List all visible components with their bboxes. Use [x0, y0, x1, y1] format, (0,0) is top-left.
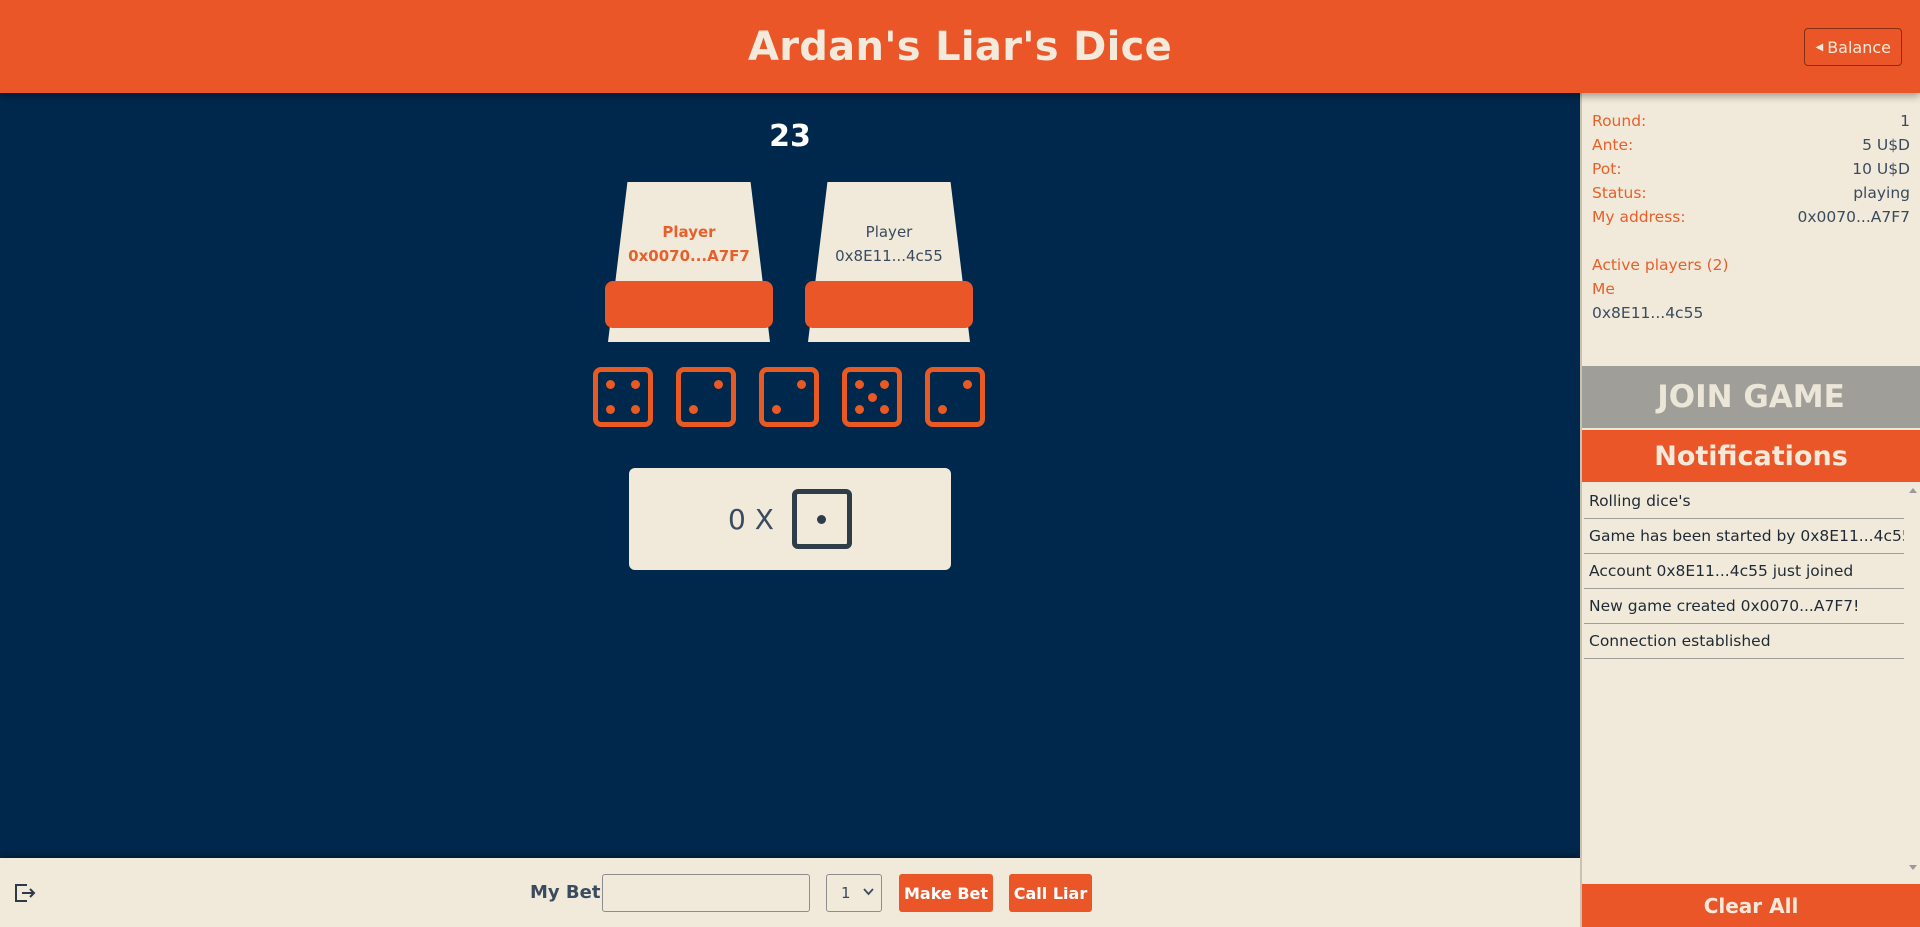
- info-value: 5 U$D: [1862, 136, 1910, 154]
- die-pip: [855, 380, 864, 389]
- notifications-scrollbar[interactable]: [1906, 484, 1920, 874]
- call-liar-button[interactable]: Call Liar: [1009, 874, 1092, 912]
- die-pip: [631, 380, 640, 389]
- die-5: [925, 367, 985, 427]
- my-bet-label: My Bet:: [530, 882, 608, 903]
- player-cup-opponent: Player 0x8E11...4c55: [805, 182, 973, 342]
- info-value: 10 U$D: [1852, 160, 1910, 178]
- scroll-up-icon[interactable]: [1909, 488, 1917, 493]
- player-list-item: Me: [1592, 280, 1615, 298]
- bet-count: 0 X: [728, 502, 774, 536]
- die-pip: [689, 405, 698, 414]
- info-key: Status:: [1592, 184, 1647, 202]
- join-game-button[interactable]: JOIN GAME: [1582, 366, 1920, 428]
- die-pip: [880, 405, 889, 414]
- balance-label: Balance: [1827, 37, 1891, 57]
- page-title: Ardan's Liar's Dice: [747, 23, 1173, 70]
- clear-all-button[interactable]: Clear All: [1582, 884, 1920, 927]
- chevron-down-icon: [863, 888, 874, 896]
- die-pip: [938, 405, 947, 414]
- active-players-title: Active players (2): [1592, 256, 1729, 274]
- player-cup-me: Player 0x0070...A7F7: [605, 182, 773, 342]
- cup-band: [805, 281, 973, 328]
- die-pip: [963, 380, 972, 389]
- game-info: Round: 1 Ante: 5 U$D Pot: 10 U$D Status:…: [1582, 93, 1920, 325]
- sidebar: Round: 1 Ante: 5 U$D Pot: 10 U$D Status:…: [1580, 93, 1920, 927]
- cup-player-label: Player: [662, 223, 716, 241]
- info-key: Pot:: [1592, 160, 1622, 178]
- die-2: [676, 367, 736, 427]
- cup-player-address: 0x0070...A7F7: [628, 247, 750, 265]
- notification-item: Game has been started by 0x8E11...4c55!: [1584, 519, 1904, 554]
- notification-item: Connection established: [1584, 624, 1904, 659]
- scroll-down-icon[interactable]: [1909, 865, 1917, 870]
- die-pip: [855, 405, 864, 414]
- notification-item: Rolling dice's: [1584, 484, 1904, 519]
- notification-item: New game created 0x0070...A7F7!: [1584, 589, 1904, 624]
- die-pip: [631, 405, 640, 414]
- die-4: [842, 367, 902, 427]
- cup-band: [605, 281, 773, 328]
- my-dice-row: [593, 367, 985, 427]
- cup-player-address: 0x8E11...4c55: [835, 247, 943, 265]
- die-pip: [797, 380, 806, 389]
- exit-icon[interactable]: [14, 883, 36, 903]
- die-1: [593, 367, 653, 427]
- die-3: [759, 367, 819, 427]
- info-key: Ante:: [1592, 136, 1634, 154]
- notification-item: Account 0x8E11...4c55 just joined: [1584, 554, 1904, 589]
- bet-face-select[interactable]: 1: [826, 874, 882, 912]
- notifications-list: Rolling dice's Game has been started by …: [1584, 484, 1904, 874]
- caret-left-icon: ◀: [1815, 41, 1824, 53]
- make-bet-button[interactable]: Make Bet: [899, 874, 993, 912]
- cup-label: Player 0x0070...A7F7: [608, 220, 770, 268]
- info-key: Round:: [1592, 112, 1647, 130]
- game-table: 23 Player 0x0070...A7F7 Player 0x8E11...…: [0, 93, 1580, 858]
- info-row-address: My address: 0x0070...A7F7: [1592, 205, 1910, 229]
- cup-player-label: Player: [865, 223, 913, 241]
- bet-face-die: [791, 489, 852, 549]
- info-row-status: Status: playing: [1592, 181, 1910, 205]
- info-value: playing: [1853, 184, 1910, 202]
- bottom-bar: My Bet: 1 Make Bet Call Liar: [0, 858, 1580, 927]
- info-key: My address:: [1592, 208, 1686, 226]
- cup-label: Player 0x8E11...4c55: [808, 220, 970, 268]
- die-pip: [817, 514, 827, 524]
- bet-face-select-value: 1: [841, 884, 851, 902]
- die-pip: [772, 405, 781, 414]
- notifications-header: Notifications: [1582, 430, 1920, 482]
- balance-button[interactable]: ◀ Balance: [1804, 28, 1902, 66]
- info-row-ante: Ante: 5 U$D: [1592, 133, 1910, 157]
- die-pip: [714, 380, 723, 389]
- info-row-pot: Pot: 10 U$D: [1592, 157, 1910, 181]
- player-list-item: 0x8E11...4c55: [1592, 304, 1704, 322]
- die-pip: [606, 405, 615, 414]
- die-pip: [606, 380, 615, 389]
- round-timer: 23: [769, 119, 811, 154]
- info-value: 1: [1900, 112, 1910, 130]
- header-bar: Ardan's Liar's Dice ◀ Balance: [0, 0, 1920, 93]
- die-pip: [880, 380, 889, 389]
- bet-input[interactable]: [602, 874, 810, 912]
- current-bet-display: 0 X: [629, 468, 951, 570]
- die-pip: [867, 392, 877, 402]
- info-row-round: Round: 1: [1592, 109, 1910, 133]
- info-value: 0x0070...A7F7: [1797, 208, 1910, 226]
